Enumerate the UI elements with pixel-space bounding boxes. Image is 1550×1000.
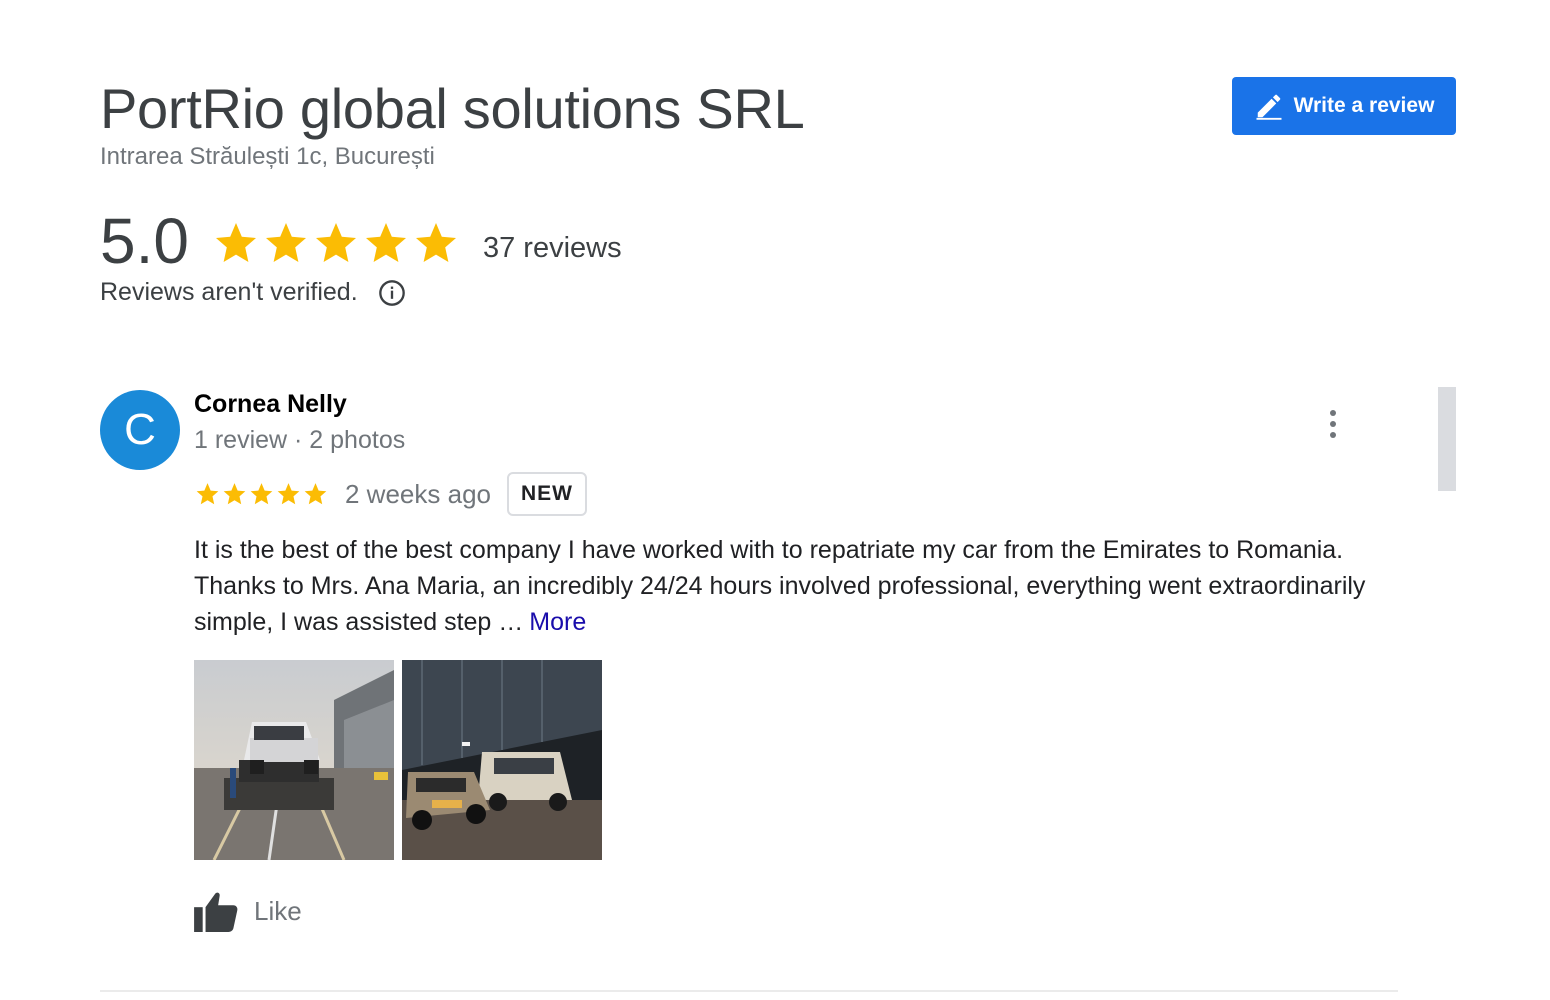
more-link[interactable]: More [529, 608, 586, 636]
review-time: 2 weeks ago [345, 478, 491, 509]
write-review-button[interactable]: Write a review [1232, 77, 1456, 135]
verification-text: Reviews aren't verified. [100, 278, 358, 306]
like-label: Like [254, 895, 302, 926]
pencil-icon [1254, 91, 1284, 121]
business-address: Intrarea Străulești 1c, București [100, 143, 435, 170]
reviewer-meta: 1 review · 2 photos [194, 426, 406, 454]
photo-cars-at-night[interactable] [402, 660, 602, 860]
scrollbar-thumb[interactable] [1438, 387, 1456, 491]
star-icon [215, 223, 256, 262]
star-icon [365, 223, 406, 262]
star-icon [304, 483, 327, 505]
review-photos [194, 660, 602, 860]
new-badge: NEW [506, 472, 587, 516]
avatar[interactable]: C [100, 390, 180, 470]
reviewer-name[interactable]: Cornea Nelly [194, 390, 347, 419]
review-body: It is the best of the best company I hav… [194, 536, 1366, 636]
review-stars [194, 481, 329, 507]
star-icon [250, 483, 273, 505]
rating-score: 5.0 [100, 205, 189, 277]
avatar-letter: C [124, 405, 156, 454]
star-icon [315, 223, 356, 262]
star-icon [265, 223, 306, 262]
write-review-label: Write a review [1293, 94, 1435, 117]
review-divider [100, 990, 1398, 992]
rating-summary: 5.0 37 reviews [100, 206, 622, 276]
verification-note: Reviews aren't verified. [100, 278, 406, 307]
review-count: 37 reviews [482, 231, 622, 264]
star-icon [415, 223, 456, 262]
review-text: It is the best of the best company I hav… [194, 532, 1404, 640]
photo-car-on-tow-truck[interactable] [194, 660, 394, 860]
more-options-icon[interactable] [1318, 404, 1348, 444]
like-button[interactable]: Like [194, 890, 302, 932]
info-icon[interactable] [378, 279, 406, 307]
star-icon [196, 483, 219, 505]
star-icon [277, 483, 300, 505]
review-rating-row: 2 weeks ago NEW [194, 472, 587, 516]
thumbs-up-icon [194, 892, 238, 932]
rating-stars [211, 219, 461, 267]
star-icon [223, 483, 246, 505]
